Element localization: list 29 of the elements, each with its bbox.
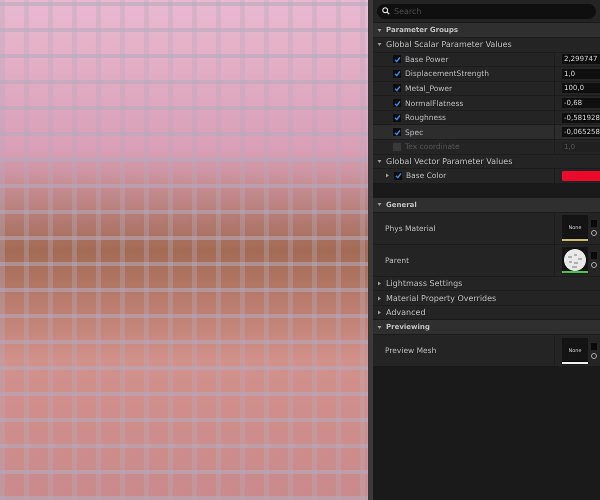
expanded-arrow-icon[interactable]: [377, 28, 382, 32]
checkbox[interactable]: [393, 128, 401, 136]
group-header[interactable]: Global Scalar Parameter Values: [373, 37, 600, 52]
checkbox[interactable]: [393, 99, 401, 108]
expanded-arrow-icon[interactable]: [377, 42, 382, 48]
checkbox[interactable]: [393, 70, 401, 78]
group-header[interactable]: Advanced: [373, 304, 600, 320]
group-header[interactable]: Global Vector Parameter Values: [373, 154, 600, 168]
checkbox[interactable]: [393, 55, 401, 64]
color-swatch[interactable]: [562, 170, 600, 181]
group-header[interactable]: Material Property Overrides: [373, 290, 600, 305]
search-field[interactable]: Search: [377, 4, 596, 18]
checkbox[interactable]: [394, 172, 402, 180]
browse-icon[interactable]: [591, 230, 597, 236]
sphere-icon: [563, 248, 587, 272]
expanded-arrow-icon[interactable]: [377, 158, 382, 164]
browse-icon[interactable]: [591, 262, 597, 268]
collapsed-arrow-icon[interactable]: [377, 281, 382, 286]
expanded-arrow-icon[interactable]: [377, 202, 382, 208]
group-header[interactable]: Lightmass Settings: [373, 276, 600, 290]
collapsed-arrow-icon[interactable]: [377, 296, 382, 300]
browse-icon[interactable]: [591, 352, 597, 359]
checkbox[interactable]: [393, 84, 401, 92]
collapsed-arrow-icon[interactable]: [377, 310, 382, 315]
collapsed-arrow-icon[interactable]: [385, 173, 390, 178]
search-icon: [382, 7, 390, 15]
expanded-arrow-icon[interactable]: [377, 324, 382, 330]
checkbox[interactable]: [393, 114, 401, 122]
asset-thumbnail[interactable]: [562, 247, 588, 274]
